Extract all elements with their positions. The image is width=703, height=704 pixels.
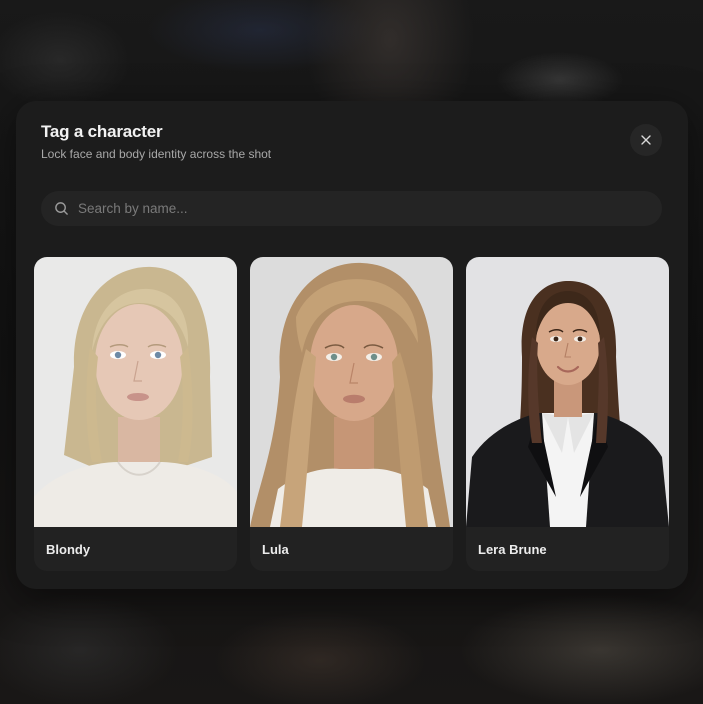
search-bar[interactable] [41,191,662,226]
character-name: Lera Brune [478,542,547,557]
close-button[interactable] [630,124,662,156]
character-card-lera-brune[interactable]: Lera Brune [466,257,669,571]
character-grid: Blondy Lula Lera Brune [34,257,670,571]
character-photo-blondy [34,257,237,527]
tag-character-dialog: Tag a character Lock face and body ident… [16,101,688,589]
character-photo-lera-brune [466,257,669,527]
search-input[interactable] [78,201,662,216]
character-name: Blondy [46,542,91,557]
character-name: Lula [262,542,289,557]
dialog-subtitle: Lock face and body identity across the s… [41,147,272,161]
character-card-lula[interactable]: Lula [250,257,453,571]
character-card-blondy[interactable]: Blondy [34,257,237,571]
dialog-title: Tag a character [41,122,163,141]
search-icon [53,201,69,217]
close-icon [641,135,651,145]
character-photo-lula [250,257,453,527]
